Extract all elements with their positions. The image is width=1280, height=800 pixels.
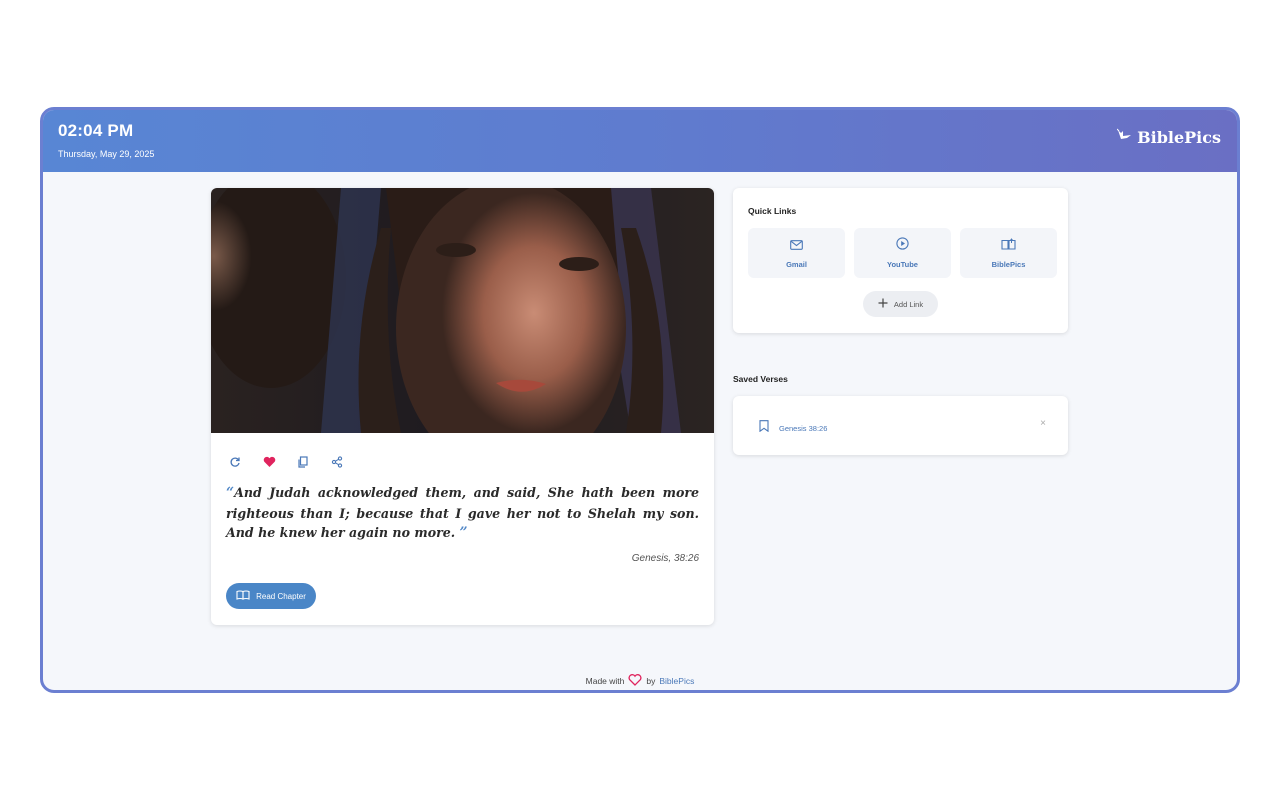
read-chapter-button[interactable]: Read Chapter (226, 583, 316, 609)
verse-actions (224, 451, 348, 473)
footer-prefix: Made with (585, 676, 625, 686)
footer-middle: by (646, 676, 656, 686)
brand-name: BiblePics (1137, 128, 1221, 147)
saved-verses-title: Saved Verses (733, 374, 788, 384)
footer-brand-link[interactable]: BiblePics (659, 676, 694, 686)
plus-icon (878, 298, 888, 310)
book-icon (1001, 237, 1016, 255)
mail-icon (790, 237, 803, 255)
open-quote-mark: “ (226, 485, 235, 501)
add-link-button[interactable]: Add Link (863, 291, 938, 317)
saved-verse-label: Genesis 38:26 (779, 423, 828, 433)
read-chapter-label: Read Chapter (256, 591, 306, 601)
clock-time: 02:04 PM (58, 121, 134, 140)
remove-saved-verse-button[interactable]: × (1040, 418, 1046, 429)
heart-icon[interactable] (258, 451, 280, 473)
verse-reference: Genesis, 38:26 (631, 553, 699, 564)
add-link-label: Add Link (893, 299, 924, 309)
clock-date: Thursday, May 29, 2025 (58, 149, 155, 159)
verse-image (211, 188, 714, 433)
heart-outline-icon (628, 674, 642, 688)
quick-links-card: Quick Links Gmail YouTube BiblePics Add … (733, 188, 1068, 333)
app-frame: 02:04 PM Thursday, May 29, 2025 BiblePic… (40, 107, 1240, 693)
quick-link-label: YouTube (887, 260, 918, 269)
footer: Made with by BiblePics (43, 674, 1237, 688)
bookmark-icon (759, 419, 769, 437)
verse-text: “And Judah acknowledged them, and said, … (226, 483, 699, 544)
copy-icon[interactable] (292, 451, 314, 473)
brand-logo[interactable]: BiblePics (1116, 128, 1221, 147)
quick-links-title: Quick Links (748, 206, 797, 216)
saved-verse-item[interactable]: Genesis 38:26 (759, 419, 827, 437)
open-book-icon (236, 590, 250, 602)
quick-link-label: Gmail (786, 260, 807, 269)
refresh-icon[interactable] (224, 451, 246, 473)
header: 02:04 PM Thursday, May 29, 2025 BiblePic… (43, 110, 1237, 172)
play-icon (896, 237, 909, 255)
verse-card: “And Judah acknowledged them, and said, … (211, 188, 714, 625)
quick-link-biblepics[interactable]: BiblePics (960, 228, 1057, 278)
share-icon[interactable] (326, 451, 348, 473)
quick-link-youtube[interactable]: YouTube (854, 228, 951, 278)
dove-icon (1116, 128, 1133, 147)
saved-verses-card: Genesis 38:26 × (733, 396, 1068, 455)
quick-links-tiles: Gmail YouTube BiblePics (748, 228, 1057, 278)
quick-link-label: BiblePics (991, 260, 1026, 269)
close-quote-mark: ” (459, 525, 468, 541)
quick-link-gmail[interactable]: Gmail (748, 228, 845, 278)
